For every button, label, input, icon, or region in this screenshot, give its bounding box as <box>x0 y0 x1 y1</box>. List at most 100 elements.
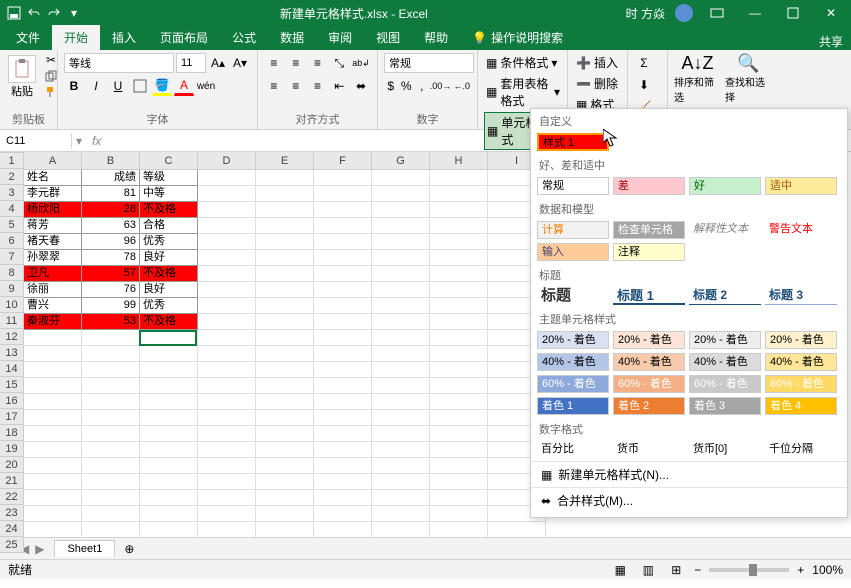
cell[interactable] <box>372 506 430 522</box>
cell[interactable] <box>256 330 314 346</box>
cell[interactable] <box>314 378 372 394</box>
cell[interactable]: 28 <box>82 202 140 218</box>
style-bad[interactable]: 差 <box>613 177 685 195</box>
cell[interactable] <box>430 458 488 474</box>
cell[interactable] <box>372 458 430 474</box>
tellme[interactable]: 💡操作说明搜索 <box>460 25 575 50</box>
style-title[interactable]: 标题 <box>537 287 609 305</box>
cell[interactable] <box>372 298 430 314</box>
col-header[interactable]: C <box>140 152 198 170</box>
style-accent2[interactable]: 着色 2 <box>613 397 685 415</box>
cell[interactable] <box>24 474 82 490</box>
conditional-format-button[interactable]: ▦条件格式▾ <box>484 53 562 72</box>
tab-file[interactable]: 文件 <box>4 25 52 50</box>
style-accent2-20[interactable]: 20% - 着色 2 <box>613 331 685 349</box>
sheet-tab-1[interactable]: Sheet1 <box>54 540 115 557</box>
style-accent4-40[interactable]: 40% - 着色 4 <box>765 353 837 371</box>
cell[interactable] <box>24 490 82 506</box>
cell[interactable] <box>140 442 198 458</box>
cell[interactable] <box>430 314 488 330</box>
phonetic-icon[interactable]: wén <box>196 76 216 96</box>
cell[interactable] <box>372 282 430 298</box>
cell[interactable] <box>314 474 372 490</box>
cell[interactable]: 53 <box>82 314 140 330</box>
cell[interactable] <box>198 186 256 202</box>
style-heading1[interactable]: 标题 1 <box>613 287 685 305</box>
cell[interactable] <box>314 170 372 186</box>
cell[interactable]: 成绩 <box>82 170 140 186</box>
align-middle-icon[interactable]: ≡ <box>286 53 306 73</box>
cell[interactable] <box>430 490 488 506</box>
orientation-icon[interactable]: ⤡ <box>329 53 349 73</box>
cell[interactable] <box>256 170 314 186</box>
cell[interactable] <box>198 314 256 330</box>
tab-layout[interactable]: 页面布局 <box>148 25 220 50</box>
align-bottom-icon[interactable]: ≡ <box>308 53 328 73</box>
increase-font-icon[interactable]: A▴ <box>208 53 228 73</box>
user-avatar[interactable] <box>675 4 693 22</box>
cell[interactable] <box>82 378 140 394</box>
cell[interactable] <box>24 522 82 537</box>
cell[interactable] <box>430 266 488 282</box>
cell[interactable] <box>430 282 488 298</box>
row-header[interactable]: 25 <box>0 537 24 553</box>
cell[interactable] <box>24 426 82 442</box>
style-check[interactable]: 检查单元格 <box>613 221 685 239</box>
row-header[interactable]: 1 <box>0 153 24 169</box>
cell[interactable] <box>82 362 140 378</box>
row-header[interactable]: 3 <box>0 185 24 201</box>
cell[interactable] <box>430 362 488 378</box>
row-header[interactable]: 18 <box>0 425 24 441</box>
cell[interactable]: 徐丽 <box>24 282 82 298</box>
cell[interactable] <box>140 522 198 537</box>
cell[interactable] <box>198 378 256 394</box>
cell[interactable] <box>372 346 430 362</box>
cell[interactable] <box>430 202 488 218</box>
name-box-dropdown-icon[interactable]: ▾ <box>72 134 86 148</box>
style-accent1-40[interactable]: 40% - 着色 1 <box>537 353 609 371</box>
cell[interactable] <box>140 474 198 490</box>
cell[interactable] <box>198 346 256 362</box>
cell[interactable] <box>372 170 430 186</box>
cell[interactable] <box>314 346 372 362</box>
cell[interactable] <box>256 314 314 330</box>
row-header[interactable]: 11 <box>0 313 24 329</box>
cell[interactable] <box>256 410 314 426</box>
cell[interactable] <box>140 346 198 362</box>
cell[interactable]: 81 <box>82 186 140 202</box>
cell[interactable] <box>82 330 140 346</box>
cell[interactable] <box>256 426 314 442</box>
page-layout-view-icon[interactable]: ▥ <box>638 560 658 580</box>
cell[interactable]: 曹兴 <box>24 298 82 314</box>
cell[interactable] <box>198 170 256 186</box>
row-header[interactable]: 17 <box>0 409 24 425</box>
row-header[interactable]: 9 <box>0 281 24 297</box>
cell[interactable] <box>198 330 256 346</box>
autosum-icon[interactable]: Σ <box>634 53 654 73</box>
undo-icon[interactable] <box>26 5 42 21</box>
cell[interactable] <box>198 250 256 266</box>
cell[interactable] <box>372 218 430 234</box>
decrease-font-icon[interactable]: A▾ <box>230 53 250 73</box>
cell[interactable] <box>198 282 256 298</box>
cell[interactable] <box>430 234 488 250</box>
tab-nav-next-icon[interactable]: ▶ <box>35 542 44 556</box>
row-header[interactable]: 14 <box>0 361 24 377</box>
cell[interactable] <box>430 522 488 537</box>
border-icon[interactable] <box>130 76 150 96</box>
italic-icon[interactable]: I <box>86 76 106 96</box>
cell[interactable]: 96 <box>82 234 140 250</box>
close-icon[interactable]: ✕ <box>817 0 845 26</box>
cell[interactable] <box>82 394 140 410</box>
cell[interactable] <box>140 426 198 442</box>
cell[interactable]: 秦淑芬 <box>24 314 82 330</box>
cell[interactable] <box>140 490 198 506</box>
maximize-icon[interactable] <box>779 0 807 26</box>
new-sheet-button[interactable]: ⊕ <box>119 539 139 559</box>
cell[interactable] <box>198 410 256 426</box>
cell[interactable] <box>140 394 198 410</box>
cell[interactable]: 姓名 <box>24 170 82 186</box>
cell[interactable] <box>140 410 198 426</box>
sort-filter-button[interactable]: A↓Z 排序和筛选 <box>674 53 721 104</box>
cell[interactable] <box>198 234 256 250</box>
